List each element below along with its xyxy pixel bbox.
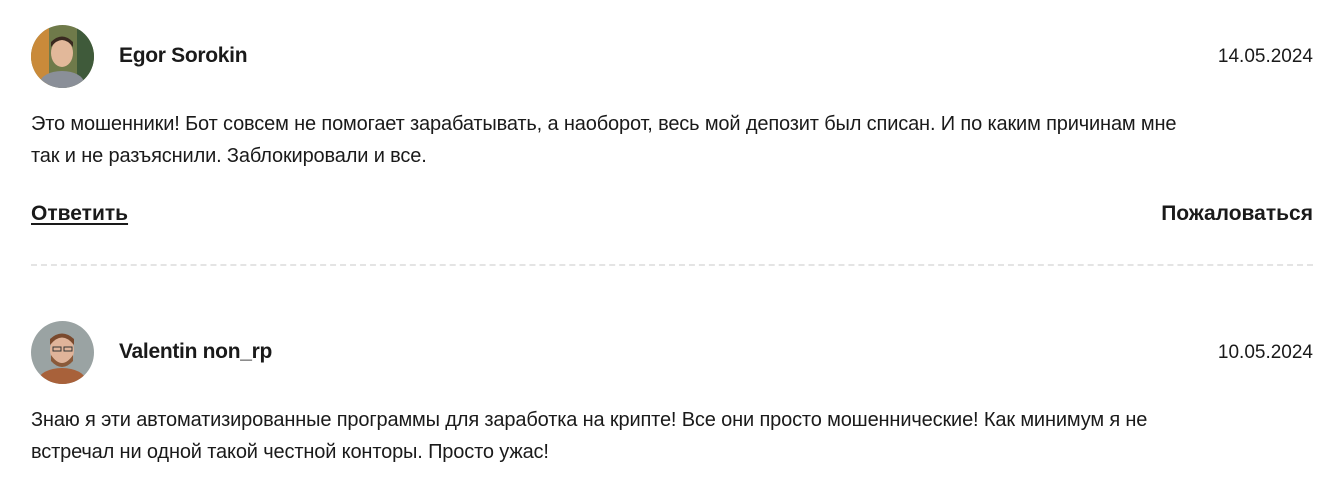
avatar-photo <box>31 25 94 88</box>
comment-author: Valentin non_rp <box>119 340 273 363</box>
comment-item: Egor Sorokin 14.05.2024 Это мошенники! Б… <box>31 25 1313 232</box>
comment-actions: Ответить Пожаловаться <box>31 202 1313 232</box>
comment-date: 10.05.2024 <box>1217 342 1313 363</box>
comment-author: Egor Sorokin <box>119 44 248 67</box>
comment-divider <box>31 264 1313 266</box>
avatar-photo <box>31 321 94 384</box>
comments-list: Egor Sorokin 14.05.2024 Это мошенники! Б… <box>0 0 1324 498</box>
comment-text-line: Знаю я эти автоматизированные программы … <box>31 409 1148 431</box>
report-link[interactable]: Пожаловаться <box>1161 202 1313 226</box>
comment-header: Valentin non_rp 10.05.2024 <box>31 321 1313 385</box>
comment-text-line: встречал ни одной такой честной конторы.… <box>31 441 549 463</box>
comment-text: Знаю я эти автоматизированные программы … <box>31 404 1313 468</box>
avatar <box>31 25 94 88</box>
comment-text-line: Это мошенники! Бот совсем не помогает за… <box>31 113 1177 135</box>
comment-text-line: так и не разъяснили. Заблокировали и все… <box>31 145 427 167</box>
comment-item: Valentin non_rp 10.05.2024 Знаю я эти ав… <box>31 321 1313 468</box>
comment-header: Egor Sorokin 14.05.2024 <box>31 25 1313 89</box>
avatar <box>31 321 94 384</box>
reply-link[interactable]: Ответить <box>31 202 128 226</box>
comment-date: 14.05.2024 <box>1217 46 1313 67</box>
comment-text: Это мошенники! Бот совсем не помогает за… <box>31 108 1313 172</box>
